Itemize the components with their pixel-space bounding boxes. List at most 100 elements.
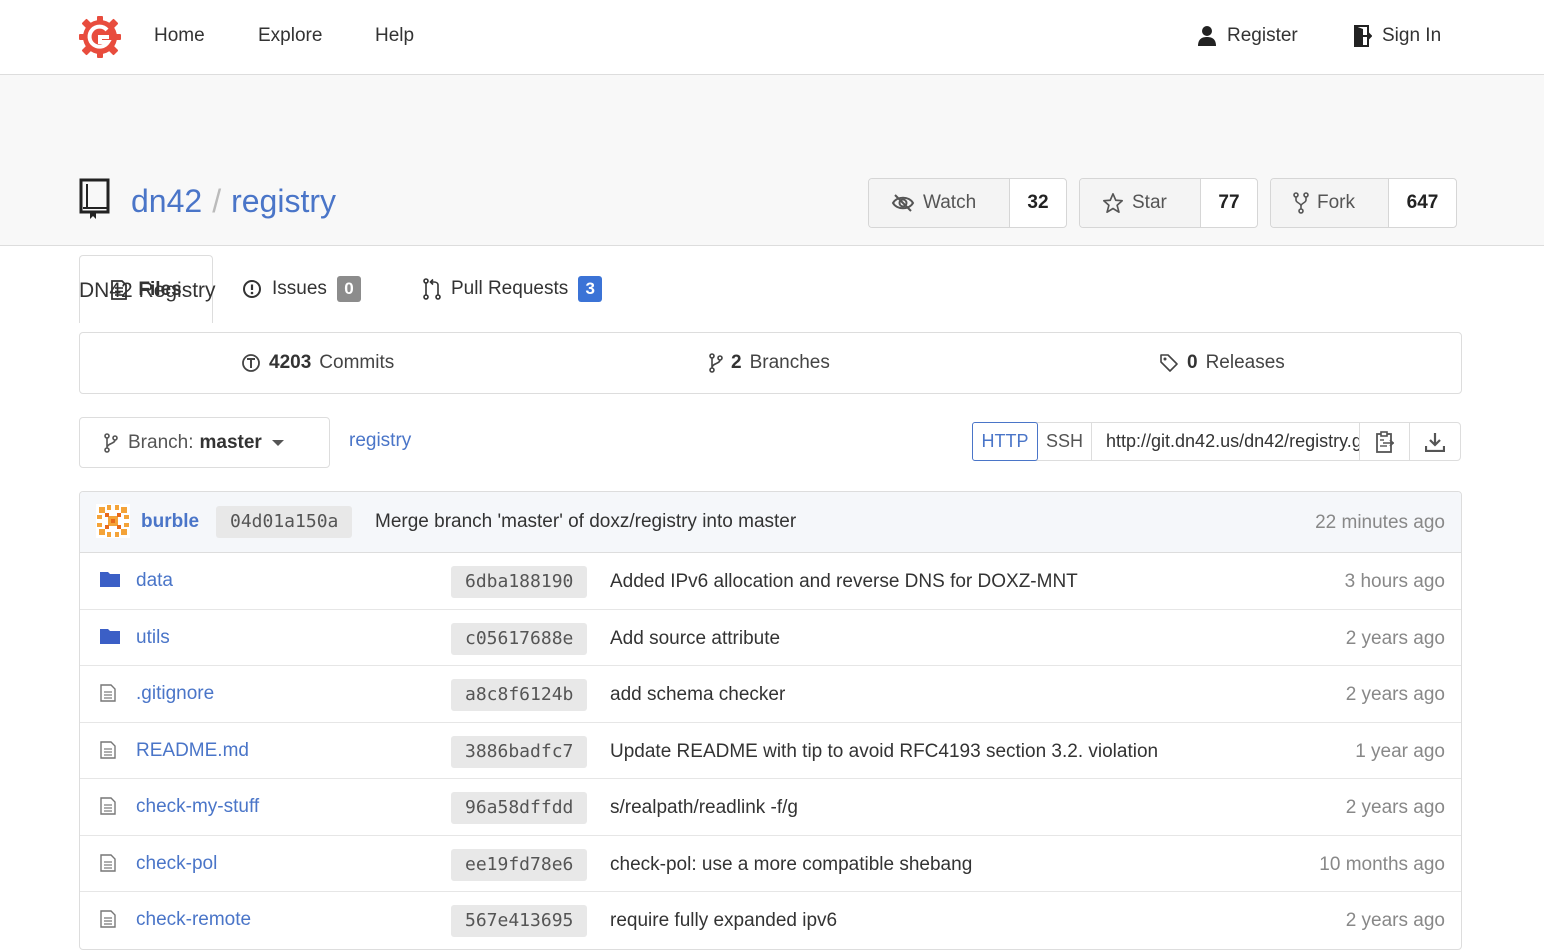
nav-home-link[interactable]: Home [154, 25, 205, 47]
repo-description: DN42 Registry [79, 279, 216, 302]
repo-title: dn42 /registry [131, 183, 336, 220]
clone-http-button[interactable]: HTTP [972, 422, 1038, 461]
issues-count-badge: 0 [336, 275, 361, 302]
branch-icon [104, 432, 118, 453]
clone-url-box: HTTP SSH http://git.dn42.us/dn42/registr… [972, 422, 1461, 461]
branch-icon [709, 353, 723, 373]
star-count[interactable]: 77 [1201, 179, 1257, 227]
branch-dropdown[interactable]: Branch: master [79, 417, 330, 468]
file-commit-message[interactable]: add schema checker [610, 684, 785, 706]
file-commit-age: 1 year ago [1355, 740, 1445, 762]
file-row: check-my-stuff 96a58dffdd s/realpath/rea… [80, 779, 1461, 836]
eye-slash-icon [891, 193, 915, 213]
file-commit-age: 10 months ago [1319, 853, 1445, 875]
star-button-group: Star 77 [1079, 178, 1258, 228]
latest-commit-message[interactable]: Merge branch 'master' of doxz/registry i… [375, 511, 796, 533]
file-row: .gitignore a8c8f6124b add schema checker… [80, 666, 1461, 723]
download-button[interactable] [1410, 423, 1460, 460]
file-commit-message[interactable]: Add source attribute [610, 628, 780, 650]
file-commit-message[interactable]: Update README with tip to avoid RFC4193 … [610, 741, 1158, 763]
caret-down-icon [271, 439, 284, 447]
copy-clipboard-button[interactable] [1360, 423, 1410, 460]
repo-book-icon [79, 178, 111, 220]
latest-commit-sha[interactable]: 04d01a150a [216, 506, 353, 538]
watch-button[interactable]: Watch [869, 179, 1010, 227]
file-icon [100, 853, 116, 872]
file-row: data 6dba188190 Added IPv6 allocation an… [80, 553, 1461, 610]
file-commit-sha[interactable]: ee19fd78e6 [451, 848, 588, 881]
commits-label: Commits [319, 352, 395, 373]
file-commit-age: 2 years ago [1345, 684, 1445, 705]
tab-issues-label: Issues [272, 277, 327, 299]
tab-pulls-label: Pull Requests [451, 277, 569, 299]
file-name-link[interactable]: data [136, 570, 173, 592]
folder-icon [100, 628, 120, 644]
history-icon [241, 353, 261, 373]
file-commit-message[interactable]: check-pol: use a more compatible shebang [610, 854, 972, 876]
nav-help-link[interactable]: Help [375, 25, 414, 47]
fork-button[interactable]: Fork [1271, 179, 1389, 227]
sign-in-icon [1352, 25, 1372, 47]
branches-label: Branches [749, 352, 830, 373]
repo-title-separator: / [212, 183, 222, 219]
releases-count: 0 [1187, 352, 1198, 373]
clone-ssh-button[interactable]: SSH [1038, 423, 1092, 460]
file-commit-message[interactable]: require fully expanded ipv6 [610, 910, 837, 932]
file-row: check-pol ee19fd78e6 check-pol: use a mo… [80, 836, 1461, 892]
file-commit-sha[interactable]: a8c8f6124b [451, 679, 588, 711]
file-commit-sha[interactable]: c05617688e [451, 622, 588, 655]
branch-prefix: Branch: [128, 431, 194, 453]
star-button[interactable]: Star [1080, 179, 1201, 227]
file-commit-sha[interactable]: 567e413695 [451, 905, 588, 937]
register-label: Register [1227, 25, 1298, 46]
download-icon [1425, 432, 1445, 452]
author-avatar[interactable] [96, 504, 130, 538]
file-name-link[interactable]: check-remote [136, 909, 251, 931]
releases-label: Releases [1205, 352, 1285, 373]
fork-count[interactable]: 647 [1389, 179, 1456, 227]
file-name-link[interactable]: utils [136, 627, 170, 649]
file-icon [100, 910, 116, 928]
file-commit-age: 2 years ago [1345, 797, 1445, 818]
repo-name-link[interactable]: registry [231, 183, 336, 219]
star-icon [1102, 192, 1124, 214]
file-name-link[interactable]: .gitignore [136, 683, 214, 705]
file-commit-age: 2 years ago [1345, 910, 1445, 931]
nav-explore-link[interactable]: Explore [258, 25, 322, 47]
top-navbar: Home Explore Help Register Sign In [0, 0, 1544, 75]
file-table: burble 04d01a150a Merge branch 'master' … [79, 491, 1462, 950]
file-commit-sha[interactable]: 3886badfc7 [451, 735, 588, 768]
file-commit-sha[interactable]: 6dba188190 [451, 566, 588, 598]
fork-icon [1293, 192, 1309, 214]
register-link[interactable]: Register [1197, 25, 1298, 47]
branches-link[interactable]: 2 Branches [709, 352, 830, 374]
file-commit-message[interactable]: Added IPv6 allocation and reverse DNS fo… [610, 571, 1078, 593]
folder-icon [100, 571, 120, 587]
sign-in-link[interactable]: Sign In [1352, 25, 1441, 47]
file-row: utils c05617688e Add source attribute 2 … [80, 610, 1461, 666]
tag-icon [1159, 353, 1179, 373]
watch-count[interactable]: 32 [1010, 179, 1066, 227]
gitea-logo-icon[interactable] [78, 15, 122, 59]
breadcrumb-repo-link[interactable]: registry [349, 430, 411, 452]
file-name-link[interactable]: check-my-stuff [136, 796, 259, 818]
watch-button-group: Watch 32 [868, 178, 1067, 228]
file-name-link[interactable]: check-pol [136, 853, 217, 875]
tab-pull-requests[interactable]: Pull Requests 3 [423, 255, 603, 322]
commits-link[interactable]: 4203 Commits [241, 352, 394, 374]
file-commit-age: 3 hours ago [1344, 571, 1445, 592]
latest-commit-row: burble 04d01a150a Merge branch 'master' … [80, 492, 1461, 553]
file-commit-message[interactable]: s/realpath/readlink -f/g [610, 797, 798, 819]
tab-issues[interactable]: Issues 0 [242, 255, 361, 322]
pulls-count-badge: 3 [578, 275, 603, 302]
commit-author-link[interactable]: burble [141, 511, 199, 533]
repo-owner-link[interactable]: dn42 [131, 183, 202, 219]
file-row: README.md 3886badfc7 Update README with … [80, 723, 1461, 779]
file-commit-age: 2 years ago [1345, 627, 1445, 649]
clipboard-icon [1375, 430, 1395, 453]
clone-url-input[interactable]: http://git.dn42.us/dn42/registry.git [1092, 423, 1360, 460]
file-name-link[interactable]: README.md [136, 740, 249, 762]
releases-link[interactable]: 0 Releases [1159, 352, 1285, 374]
file-commit-sha[interactable]: 96a58dffdd [451, 792, 588, 824]
commits-count: 4203 [269, 352, 312, 373]
